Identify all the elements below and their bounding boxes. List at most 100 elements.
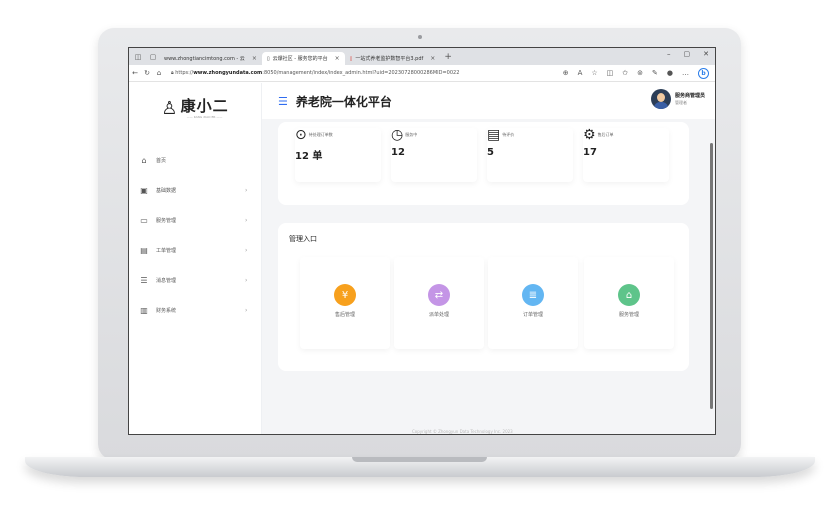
browser-menu-icon[interactable]: ◫: [132, 51, 144, 63]
stat-to-review[interactable]: ▤ 待评价 5: [487, 128, 573, 182]
stat-after-sales[interactable]: ⚙ 售后订单 17: [583, 128, 669, 182]
stat-in-service[interactable]: ◷ 服务中 12: [391, 128, 477, 182]
browser-tab-2[interactable]: ▯ 云爆社区 - 服务您的平台 ×: [261, 52, 345, 65]
sidebar-item-label: 财务系统: [156, 307, 177, 314]
scrollbar[interactable]: [710, 143, 713, 409]
profile-icon[interactable]: ●: [667, 69, 673, 77]
close-tab-icon[interactable]: ×: [252, 55, 257, 62]
browser-toolbar: ⊕ A ☆ ◫ ✩ ⊚ ✎ ● … b: [563, 67, 709, 79]
tab-bar: ◫ ▢ www.zhongtiancimtong.com - 云 × ▯ 云爆社…: [129, 48, 715, 65]
chevron-right-icon: ›: [245, 246, 248, 254]
app: ♙ 康小二 —— KANG XIAO ER —— ⌂ 首页 ▣ 基础数据 › ▭ 服务管理 ›…: [129, 83, 715, 434]
close-tab-icon[interactable]: ×: [430, 55, 435, 62]
management-card: 管理入口 ¥ 售后管理 ⇄ 派单处理 ≣ 订单管理 ⌂ 服务管理: [278, 223, 689, 371]
avatar[interactable]: [650, 89, 671, 109]
hamburger-menu-icon[interactable]: ☰: [278, 95, 288, 108]
sidebar-item-0[interactable]: ⌂ 首页: [129, 145, 261, 175]
sidebar-item-label: 首页: [156, 157, 167, 164]
chart-icon: ▥: [140, 305, 148, 315]
sidebar-item-label: 服务管理: [156, 217, 177, 224]
zoom-icon[interactable]: ⊕: [563, 69, 569, 77]
home-icon: ⌂: [141, 155, 147, 165]
home-browser-icon[interactable]: ⌂: [153, 69, 165, 77]
logo-person-icon: ♙: [161, 98, 178, 119]
sidebar-item-1[interactable]: ▣ 基础数据 ›: [129, 175, 261, 205]
main-content: ☰ 养老院一体化平台 服务商管理员 管理者 ⊙ 待处理订单数 12 单 ◷ 服务中: [262, 83, 715, 434]
screen: ◫ ▢ www.zhongtiancimtong.com - 云 × ▯ 云爆社…: [128, 47, 716, 435]
transfer-icon: ⇄: [428, 284, 450, 306]
chevron-right-icon: ›: [245, 186, 248, 194]
entry-dispatch[interactable]: ⇄ 派单处理: [394, 257, 484, 349]
stat-pending-orders[interactable]: ⊙ 待处理订单数 12 单: [295, 128, 381, 182]
entry-label: 售后管理: [334, 312, 355, 318]
stat-value: 12 单: [295, 151, 323, 162]
browser-tab-3[interactable]: ▯ 一站式养老监护数智平台3.pdf ×: [345, 52, 441, 65]
entry-orders[interactable]: ≣ 订单管理: [488, 257, 578, 349]
stat-label: 售后订单: [597, 132, 614, 137]
sidebar-item-label: 基础数据: [156, 187, 177, 194]
sidebar-item-2[interactable]: ▭ 服务管理 ›: [129, 205, 261, 235]
entry-after-sales[interactable]: ¥ 售后管理: [300, 257, 390, 349]
sidebar-menu: ⌂ 首页 ▣ 基础数据 › ▭ 服务管理 › ▤ 工单管理 › ☰ 消息管理 › ▥ 财务系统 ›: [129, 145, 261, 325]
stat-value: 5: [487, 147, 494, 158]
address-bar-row: ← ↻ ⌂ 🔒︎ https://www.zhongyundata.com:80…: [129, 65, 715, 82]
sidebar-item-label: 工单管理: [156, 247, 177, 254]
split-screen-icon[interactable]: ◫: [607, 69, 614, 77]
monitor-icon: ▭: [140, 215, 148, 225]
laptop-notch: [352, 457, 487, 462]
tab-title: 云爆社区 - 服务您的平台: [272, 56, 328, 62]
new-tab-button[interactable]: +: [444, 52, 452, 62]
close-window-button[interactable]: ✕: [703, 50, 709, 58]
window-controls: – ▢ ✕: [667, 50, 709, 58]
user-profile[interactable]: 服务商管理员 管理者: [650, 89, 705, 109]
clock-icon: ◷: [391, 127, 404, 143]
more-icon[interactable]: …: [682, 69, 689, 77]
collections-icon[interactable]: ⊚: [637, 69, 643, 77]
refresh-icon[interactable]: ↻: [141, 69, 153, 77]
maximize-button[interactable]: ▢: [684, 50, 691, 58]
logo-name: 康小二: [180, 97, 229, 115]
chevron-right-icon: ›: [245, 276, 248, 284]
sidebar-item-5[interactable]: ▥ 财务系统 ›: [129, 295, 261, 325]
database-icon: ▣: [140, 185, 148, 195]
sliders-icon: ☰: [140, 275, 148, 285]
entry-service[interactable]: ⌂ 服务管理: [584, 257, 674, 349]
order-icon: ≣: [522, 284, 544, 306]
webcam: [418, 35, 422, 39]
pdf-icon: ▯: [349, 55, 353, 62]
logo-subtitle: —— KANG XIAO ER ——: [186, 115, 223, 119]
sidebar-item-3[interactable]: ▤ 工单管理 ›: [129, 235, 261, 265]
entry-label: 派单处理: [428, 312, 449, 318]
close-tab-icon[interactable]: ×: [335, 55, 340, 62]
favorites-icon[interactable]: ✩: [622, 69, 628, 77]
url-field[interactable]: 🔒︎ https://www.zhongyundata.com:8050/man…: [171, 70, 563, 76]
read-aloud-icon[interactable]: A: [578, 69, 583, 77]
user-role: 管理者: [674, 100, 687, 105]
stat-value: 12: [391, 147, 405, 158]
sidebar-item-label: 消息管理: [156, 277, 177, 284]
yuan-icon: ¥: [334, 284, 356, 306]
entry-label: 订单管理: [522, 312, 543, 318]
sidebar: ♙ 康小二 —— KANG XIAO ER —— ⌂ 首页 ▣ 基础数据 › ▭ 服务管理 ›…: [129, 83, 262, 434]
browser-tab-1[interactable]: www.zhongtiancimtong.com - 云 ×: [159, 52, 262, 65]
gear-icon: ⚙: [583, 127, 596, 143]
user-name: 服务商管理员: [674, 93, 705, 99]
page-title: 养老院一体化平台: [295, 94, 392, 109]
sidebar-item-4[interactable]: ☰ 消息管理 ›: [129, 265, 261, 295]
house-icon: ⌂: [618, 284, 640, 306]
stat-label: 待评价: [502, 132, 515, 137]
file-icon: ▤: [487, 127, 501, 143]
minimize-button[interactable]: –: [667, 50, 671, 58]
tab-title: www.zhongtiancimtong.com - 云: [164, 56, 245, 62]
back-icon[interactable]: ←: [129, 69, 141, 77]
tab-actions-icon[interactable]: ▢: [147, 51, 159, 63]
stat-label: 服务中: [405, 132, 418, 137]
extensions-icon[interactable]: ✎: [652, 69, 658, 77]
tab-title: 一站式养老监护数智平台3.pdf: [355, 56, 424, 62]
header: ☰ 养老院一体化平台 服务商管理员 管理者: [262, 83, 715, 119]
stats-card: ⊙ 待处理订单数 12 单 ◷ 服务中 12 ▤ 待评价 5 ⚙ 售后订单 17: [278, 122, 689, 205]
bing-icon[interactable]: b: [698, 67, 709, 79]
management-title: 管理入口: [289, 235, 317, 243]
favorite-icon[interactable]: ☆: [591, 69, 597, 77]
footer-copyright: Copyright © Zhongyun Data Technology Inc…: [412, 429, 513, 434]
